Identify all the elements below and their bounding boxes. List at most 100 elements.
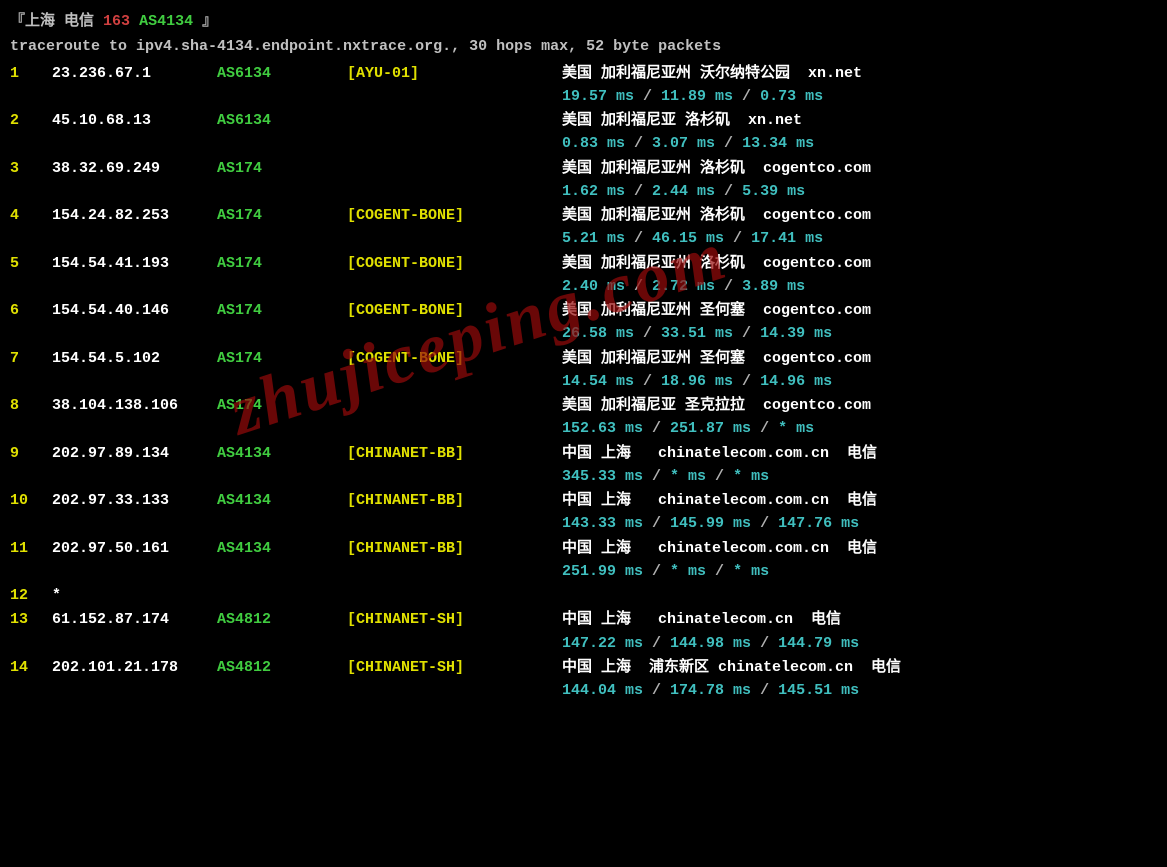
hop-info-row: 838.104.138.106AS174美国 加利福尼亚 圣克拉拉 cogent… (10, 394, 1157, 417)
hop-asname: [CHINANET-SH] (347, 656, 562, 679)
hop-info-row: 338.32.69.249AS174美国 加利福尼亚州 洛杉矶 cogentco… (10, 157, 1157, 180)
hop-asname: [AYU-01] (347, 62, 562, 85)
hop-ip: * (52, 584, 217, 607)
hop-row: 11202.97.50.161AS4134[CHINANET-BB]中国 上海 … (10, 537, 1157, 584)
hop-row: 123.236.67.1AS6134[AYU-01]美国 加利福尼亚州 沃尔纳特… (10, 62, 1157, 109)
hop-timings: 1.62 ms / 2.44 ms / 5.39 ms (562, 180, 805, 203)
hop-asname: [CHINANET-SH] (347, 608, 562, 631)
hop-asn: AS4134 (217, 537, 347, 560)
hop-row: 10202.97.33.133AS4134[CHINANET-BB]中国 上海 … (10, 489, 1157, 536)
hop-timings: 147.22 ms / 144.98 ms / 144.79 ms (562, 632, 859, 655)
hop-asn: AS4812 (217, 608, 347, 631)
hop-info-row: 4154.24.82.253AS174[COGENT-BONE]美国 加利福尼亚… (10, 204, 1157, 227)
hop-number: 13 (10, 608, 52, 631)
hop-info-row: 11202.97.50.161AS4134[CHINANET-BB]中国 上海 … (10, 537, 1157, 560)
hop-number: 9 (10, 442, 52, 465)
hop-info-row: 7154.54.5.102AS174[COGENT-BONE]美国 加利福尼亚州… (10, 347, 1157, 370)
hop-asname: [COGENT-BONE] (347, 299, 562, 322)
hop-number: 5 (10, 252, 52, 275)
hop-timings-row: 147.22 ms / 144.98 ms / 144.79 ms (10, 632, 1157, 655)
hop-asname: [COGENT-BONE] (347, 204, 562, 227)
hop-timings-row: 19.57 ms / 11.89 ms / 0.73 ms (10, 85, 1157, 108)
header-location: 上海 电信 (25, 13, 94, 30)
hop-info-row: 9202.97.89.134AS4134[CHINANET-BB]中国 上海 c… (10, 442, 1157, 465)
hop-timings-row: 14.54 ms / 18.96 ms / 14.96 ms (10, 370, 1157, 393)
hop-number: 8 (10, 394, 52, 417)
hop-row: 338.32.69.249AS174美国 加利福尼亚州 洛杉矶 cogentco… (10, 157, 1157, 204)
hop-row: 838.104.138.106AS174美国 加利福尼亚 圣克拉拉 cogent… (10, 394, 1157, 441)
hop-location: 美国 加利福尼亚 圣克拉拉 cogentco.com (562, 394, 871, 417)
hop-location: 中国 上海 chinatelecom.com.cn 电信 (562, 537, 877, 560)
hop-ip: 154.54.40.146 (52, 299, 217, 322)
header-line: 『上海 电信 163 AS4134 』 (10, 10, 1157, 33)
hop-asn: AS6134 (217, 109, 347, 132)
hop-asn: AS174 (217, 394, 347, 417)
hop-timings-row: 345.33 ms / * ms / * ms (10, 465, 1157, 488)
hop-timings: 5.21 ms / 46.15 ms / 17.41 ms (562, 227, 823, 250)
hop-info-row: 245.10.68.13AS6134 美国 加利福尼亚 洛杉矶 xn.net (10, 109, 1157, 132)
hop-info-row: 123.236.67.1AS6134[AYU-01]美国 加利福尼亚州 沃尔纳特… (10, 62, 1157, 85)
hop-ip: 202.97.33.133 (52, 489, 217, 512)
hop-timings: 251.99 ms / * ms / * ms (562, 560, 769, 583)
hop-number: 2 (10, 109, 52, 132)
hop-info-row: 6154.54.40.146AS174[COGENT-BONE]美国 加利福尼亚… (10, 299, 1157, 322)
hop-ip: 154.54.41.193 (52, 252, 217, 275)
hop-row: 9202.97.89.134AS4134[CHINANET-BB]中国 上海 c… (10, 442, 1157, 489)
hop-number: 4 (10, 204, 52, 227)
hop-number: 12 (10, 584, 52, 607)
hop-row: 14202.101.21.178AS4812[CHINANET-SH]中国 上海… (10, 656, 1157, 703)
hop-info-row: 10202.97.33.133AS4134[CHINANET-BB]中国 上海 … (10, 489, 1157, 512)
hop-row: 1361.152.87.174AS4812[CHINANET-SH]中国 上海 … (10, 608, 1157, 655)
hop-timings-row: 251.99 ms / * ms / * ms (10, 560, 1157, 583)
hop-info-row: 1361.152.87.174AS4812[CHINANET-SH]中国 上海 … (10, 608, 1157, 631)
hop-timings-row: 1.62 ms / 2.44 ms / 5.39 ms (10, 180, 1157, 203)
hop-row: 5154.54.41.193AS174[COGENT-BONE]美国 加利福尼亚… (10, 252, 1157, 299)
hop-asname: [COGENT-BONE] (347, 347, 562, 370)
hop-location: 美国 加利福尼亚州 洛杉矶 cogentco.com (562, 252, 871, 275)
hop-timings: 26.58 ms / 33.51 ms / 14.39 ms (562, 322, 832, 345)
header-asn: AS4134 (139, 13, 193, 30)
hop-row: 6154.54.40.146AS174[COGENT-BONE]美国 加利福尼亚… (10, 299, 1157, 346)
hop-asn: AS174 (217, 204, 347, 227)
hop-timings: 14.54 ms / 18.96 ms / 14.96 ms (562, 370, 832, 393)
hop-timings-row: 5.21 ms / 46.15 ms / 17.41 ms (10, 227, 1157, 250)
hop-asname (347, 157, 562, 180)
hop-asn: AS4812 (217, 656, 347, 679)
hop-location: 美国 加利福尼亚州 圣何塞 cogentco.com (562, 347, 871, 370)
hop-asname: [CHINANET-BB] (347, 537, 562, 560)
hop-timings-row: 26.58 ms / 33.51 ms / 14.39 ms (10, 322, 1157, 345)
hop-row: 245.10.68.13AS6134 美国 加利福尼亚 洛杉矶 xn.net0.8… (10, 109, 1157, 156)
traceroute-command-line: traceroute to ipv4.sha-4134.endpoint.nxt… (10, 35, 1157, 58)
hop-location: 中国 上海 chinatelecom.com.cn 电信 (562, 489, 877, 512)
hop-asname: [CHINANET-BB] (347, 489, 562, 512)
hop-number: 1 (10, 62, 52, 85)
header-163: 163 (103, 13, 130, 30)
hop-asn: AS6134 (217, 62, 347, 85)
hop-ip: 202.101.21.178 (52, 656, 217, 679)
hop-row: 12* (10, 584, 1157, 607)
hop-location: 美国 加利福尼亚州 洛杉矶 cogentco.com (562, 157, 871, 180)
hop-asn: AS174 (217, 299, 347, 322)
hop-ip: 202.97.50.161 (52, 537, 217, 560)
hop-location: 中国 上海 浦东新区 chinatelecom.cn 电信 (562, 656, 901, 679)
hop-location: 中国 上海 chinatelecom.com.cn 电信 (562, 442, 877, 465)
hop-number: 6 (10, 299, 52, 322)
bracket-open: 『 (10, 13, 25, 30)
hop-ip: 45.10.68.13 (52, 109, 217, 132)
hop-row: 7154.54.5.102AS174[COGENT-BONE]美国 加利福尼亚州… (10, 347, 1157, 394)
hop-ip: 202.97.89.134 (52, 442, 217, 465)
hop-number: 11 (10, 537, 52, 560)
hop-asname: [CHINANET-BB] (347, 442, 562, 465)
hop-timings-row: 152.63 ms / 251.87 ms / * ms (10, 417, 1157, 440)
hop-number: 10 (10, 489, 52, 512)
hop-asname (347, 109, 562, 132)
hop-ip: 61.152.87.174 (52, 608, 217, 631)
hop-info-row: 12* (10, 584, 1157, 607)
hop-timings-row: 144.04 ms / 174.78 ms / 145.51 ms (10, 679, 1157, 702)
hop-timings: 2.40 ms / 2.72 ms / 3.89 ms (562, 275, 805, 298)
hop-number: 7 (10, 347, 52, 370)
hops-container: 123.236.67.1AS6134[AYU-01]美国 加利福尼亚州 沃尔纳特… (10, 62, 1157, 703)
hop-location: 美国 加利福尼亚 洛杉矶 xn.net (562, 109, 802, 132)
hop-number: 3 (10, 157, 52, 180)
hop-timings-row: 0.83 ms / 3.07 ms / 13.34 ms (10, 132, 1157, 155)
